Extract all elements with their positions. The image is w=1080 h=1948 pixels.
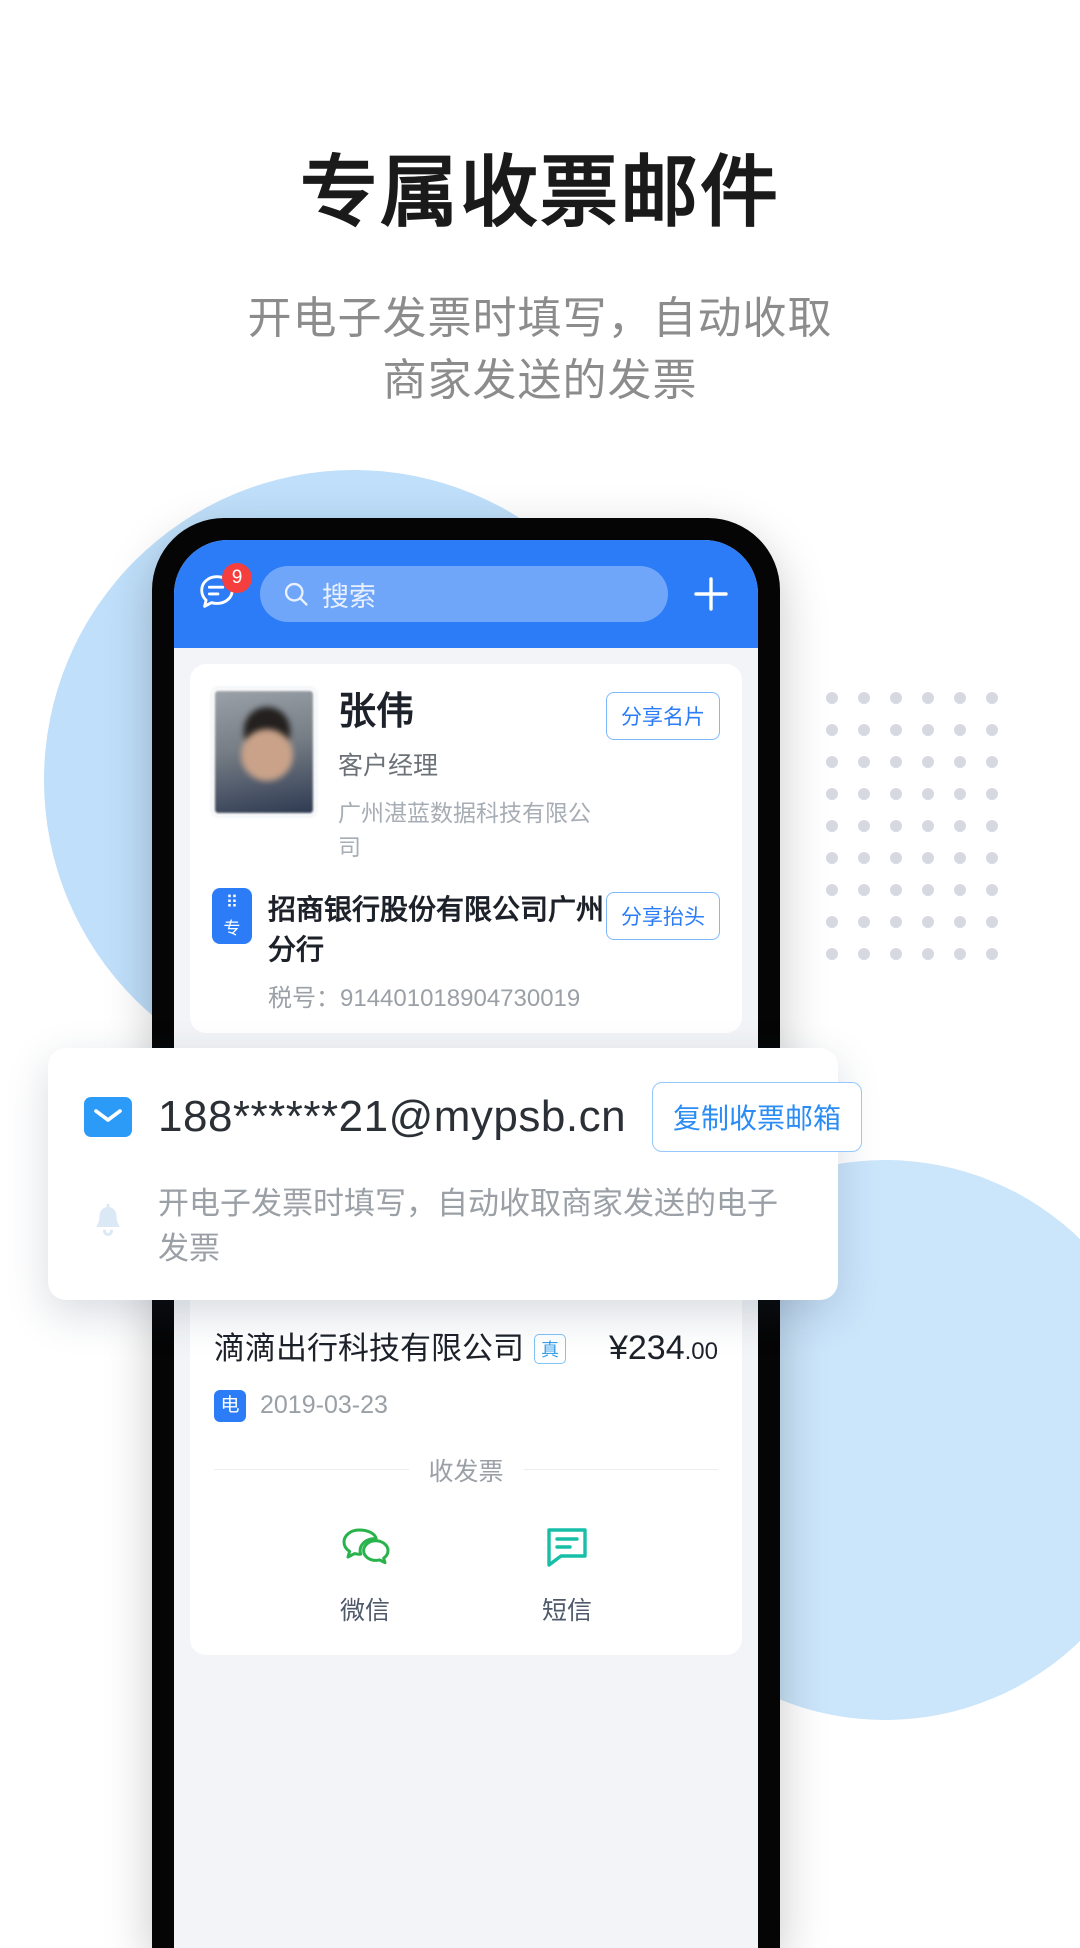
invoice-company-wrap: 滴滴出行科技有限公司真 — [214, 1323, 566, 1368]
business-tax-number: 税号：914401018904730019 — [268, 984, 581, 1012]
invoice-row[interactable]: 滴滴出行科技有限公司真 ¥234.00 — [214, 1323, 718, 1368]
contact-name: 张伟 — [338, 691, 415, 733]
copy-email-button[interactable]: 复制收票邮箱 — [652, 1082, 863, 1152]
invoice-date: 2019-03-23 — [260, 1391, 388, 1420]
invoice-date-row: 电 2019-03-23 — [214, 1389, 718, 1422]
email-note-text: 开电子发票时填写，自动收取商家发送的电子发票 — [158, 1186, 778, 1266]
contact-role: 客户经理 — [338, 751, 439, 780]
message-icon-button[interactable]: 9 — [196, 563, 252, 617]
message-badge-count: 9 — [222, 563, 252, 593]
add-button[interactable] — [686, 569, 736, 619]
contact-card-top: 张伟 客户经理 广州湛蓝数据科技有限公司 分享名片 — [212, 688, 720, 862]
share-options-row: 微信 短信 — [214, 1520, 718, 1627]
page-subtitle-line-1: 开电子发票时填写，自动收取 — [247, 293, 833, 343]
search-input[interactable]: 搜索 — [260, 566, 668, 622]
contact-card[interactable]: 张伟 客户经理 广州湛蓝数据科技有限公司 分享名片 ⠿ 专 招商银行股份有限公司… — [190, 664, 742, 1033]
hero-text-block: 专属收票邮件 开电子发票时填写，自动收取 商家发送的发票 — [0, 148, 1080, 413]
share-wechat[interactable]: 微信 — [339, 1520, 391, 1627]
amount-cents: .00 — [684, 1337, 718, 1365]
share-sms[interactable]: 短信 — [541, 1520, 593, 1627]
invoice-type-tag: 电 — [214, 1389, 246, 1422]
page-subtitle: 开电子发票时填写，自动收取 商家发送的发票 — [0, 288, 1080, 413]
email-overlay-card: 188******21@mypsb.cn 复制收票邮箱 开电子发票时填写，自动收… — [48, 1048, 863, 1300]
contact-info: 张伟 客户经理 广州湛蓝数据科技有限公司 — [338, 688, 606, 862]
email-note-row: 开电子发票时填写，自动收取商家发送的电子发票 — [84, 1178, 802, 1268]
sms-icon — [547, 1528, 587, 1567]
invoice-company: 滴滴出行科技有限公司 — [214, 1330, 524, 1366]
app-header: 9 搜索 — [174, 540, 758, 648]
email-address-row: 188******21@mypsb.cn 复制收票邮箱 — [84, 1082, 863, 1152]
email-address: 188******21@mypsb.cn — [158, 1092, 627, 1141]
avatar — [212, 688, 316, 816]
share-sms-label: 短信 — [541, 1596, 592, 1625]
contact-company: 广州湛蓝数据科技有限公司 — [338, 799, 591, 860]
share-wechat-label: 微信 — [339, 1596, 390, 1625]
search-placeholder: 搜索 — [322, 581, 376, 612]
wechat-icon — [342, 1528, 390, 1564]
search-icon — [284, 582, 308, 606]
plus-icon — [694, 577, 728, 611]
business-name: 招商银行股份有限公司广州分行 — [268, 893, 605, 965]
dot-grid-decoration — [826, 692, 998, 960]
page-title: 专属收票邮件 — [299, 148, 780, 236]
page-subtitle-line-2: 商家发送的发票 — [382, 356, 698, 406]
invoice-amount: ¥234.00 — [609, 1329, 718, 1368]
send-invoice-divider: 收发票 — [214, 1452, 718, 1488]
amount-main: 234 — [627, 1328, 685, 1367]
mail-glyph — [94, 1109, 122, 1122]
bell-icon — [84, 1204, 132, 1242]
business-tag-label: 专 — [223, 918, 241, 938]
business-info: 招商银行股份有限公司广州分行 税号：914401018904730019 — [268, 888, 606, 1013]
bell-glyph — [96, 1204, 120, 1236]
share-card-button[interactable]: 分享名片 — [606, 692, 720, 740]
business-row: ⠿ 专 招商银行股份有限公司广州分行 税号：914401018904730019… — [212, 887, 720, 1013]
business-tag-icon: ⠿ — [225, 892, 239, 912]
share-title-button[interactable]: 分享抬头 — [606, 891, 720, 940]
amount-symbol: ¥ — [608, 1328, 628, 1367]
business-type-tag: ⠿ 专 — [212, 887, 252, 944]
verified-tag: 真 — [534, 1333, 566, 1364]
mail-icon — [84, 1097, 132, 1137]
